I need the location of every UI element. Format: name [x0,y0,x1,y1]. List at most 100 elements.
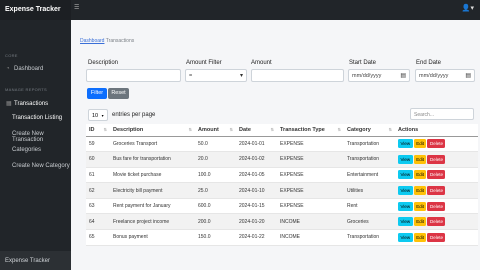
calendar-icon[interactable]: ▤ [400,72,406,79]
cell-description: Bonus payment [110,229,195,246]
user-menu-icon[interactable]: 👤▾ [462,5,474,13]
cell-description: Electricity bill payment [110,182,195,199]
sidebar-item-label: Dashboard [14,66,44,72]
cell-amount: 200.0 [195,213,236,231]
cell-actions: View Edit Delete [395,136,478,153]
cell-amount: 150.0 [195,229,236,246]
cell-actions: View Edit Delete [395,213,478,231]
table-row: 60 Bus fare for transportation 20.0 2024-01… [86,151,478,168]
cell-transaction-type: INCOME [277,213,344,231]
cell-amount: 100.0 [195,167,236,184]
delete-button[interactable]: Delete [427,186,446,196]
edit-button[interactable]: Edit [413,186,427,196]
end-date-input[interactable]: mm/dd/yyyy ▤ [415,69,475,82]
breadcrumb-link-dashboard[interactable]: Dashboard [80,38,104,44]
cell-date: 2024-01-01 [236,136,277,153]
column-header-date[interactable]: Date ⇅ [236,124,277,137]
view-button[interactable]: View [398,232,413,242]
view-button[interactable]: View [398,170,413,180]
edit-button[interactable]: Edit [413,232,427,242]
sidebar-subitem-create-category[interactable]: Create New Category [12,163,70,169]
start-date-input[interactable]: mm/dd/yyyy ▤ [348,69,410,82]
sidebar-item-label: Transactions [14,101,49,107]
sort-icon: ⇅ [270,127,274,132]
cell-date: 2024-01-02 [236,151,277,168]
chevron-down-icon: ▾ [239,73,243,79]
table-row: 61 Movie ticket purchase 100.0 2024-01-05 EX… [86,167,478,184]
edit-button[interactable]: Edit [413,201,427,211]
cell-date: 2024-01-22 [236,229,277,246]
menu-toggle-icon[interactable]: ☰ [74,5,80,11]
cell-id: 59 [86,136,110,153]
breadcrumb: Dashboard Transactions [80,38,134,44]
cell-transaction-type: EXPENSE [277,136,344,153]
edit-button[interactable]: Edit [413,170,427,180]
sidebar-subitem-transaction-listing[interactable]: Transaction Listing [12,115,62,121]
reset-button[interactable]: Reset [108,88,129,99]
sidebar-footer: Expense Tracker [0,251,71,270]
search-input[interactable]: Search... [410,108,474,120]
cell-actions: View Edit Delete [395,151,478,168]
table-row: 64 Freelance project income 200.0 2024-01-2… [86,213,478,231]
cell-description: Freelance project income [110,213,195,231]
sidebar-subitem-categories[interactable]: Categories [12,147,41,153]
entries-per-page-label: entries per page [112,112,156,118]
filter-button[interactable]: Filter [87,88,107,99]
delete-button[interactable]: Delete [427,139,446,149]
cell-category: Rent [344,198,395,215]
transactions-table: ID ⇅ Description ⇅ Amount ⇅ Date ⇅ Transacti… [86,124,478,246]
delete-button[interactable]: Delete [427,232,446,242]
top-navbar: Expense Tracker ☰ 👤▾ [0,0,480,20]
cell-actions: View Edit Delete [395,229,478,246]
edit-button[interactable]: Edit [413,154,427,164]
cell-date: 2024-01-20 [236,213,277,231]
delete-button[interactable]: Delete [427,154,446,164]
end-date-placeholder: mm/dd/yyyy [419,73,449,79]
column-header-amount[interactable]: Amount ⇅ [195,124,236,137]
delete-button[interactable]: Delete [427,201,446,211]
sidebar-heading-manage: MANAGE REPORTS [5,87,47,92]
amount-filter-value: = [189,73,193,79]
calendar-icon[interactable]: ▤ [465,72,471,79]
cell-amount: 600.0 [195,198,236,215]
cell-id: 62 [86,182,110,199]
amount-label: Amount [251,60,272,66]
column-header-transaction-type[interactable]: Transaction Type ⇅ [277,124,344,137]
entries-per-page-value: 10 [92,113,99,119]
amount-filter-select[interactable]: = ▾ [185,69,247,82]
sort-icon: ⇅ [229,127,233,132]
cell-category: Groceries [344,213,395,231]
description-input[interactable] [86,69,181,82]
entries-per-page-select[interactable]: 10 ▾ [88,109,108,121]
sidebar-item-dashboard[interactable]: ◔ Dashboard [0,66,71,72]
column-header-category[interactable]: Category ⇅ [344,124,395,137]
edit-button[interactable]: Edit [413,139,427,149]
amount-input[interactable] [251,69,344,82]
edit-button[interactable]: Edit [413,217,427,227]
cell-date: 2024-01-05 [236,167,277,184]
delete-button[interactable]: Delete [427,217,446,227]
column-header-description[interactable]: Description ⇅ [110,124,195,137]
cell-description: Rent payment for January [110,198,195,215]
cell-id: 65 [86,229,110,246]
cell-transaction-type: EXPENSE [277,167,344,184]
cell-transaction-type: INCOME [277,229,344,246]
view-button[interactable]: View [398,217,413,227]
column-header-id[interactable]: ID ⇅ [86,124,110,137]
view-button[interactable]: View [398,154,413,164]
view-button[interactable]: View [398,186,413,196]
delete-button[interactable]: Delete [427,170,446,180]
brand-title[interactable]: Expense Tracker [0,0,71,20]
cell-id: 61 [86,167,110,184]
view-button[interactable]: View [398,201,413,211]
cell-actions: View Edit Delete [395,198,478,215]
sidebar-subitem-create-transaction[interactable]: Create New Transaction [12,131,71,143]
cell-date: 2024-01-10 [236,182,277,199]
cell-category: Transportation [344,229,395,246]
view-button[interactable]: View [398,139,413,149]
start-date-placeholder: mm/dd/yyyy [352,73,382,79]
column-header-actions: Actions [395,124,478,137]
cell-date: 2024-01-15 [236,198,277,215]
cell-category: Entertainment [344,167,395,184]
sidebar-item-transactions[interactable]: ▦ Transactions [0,100,71,107]
